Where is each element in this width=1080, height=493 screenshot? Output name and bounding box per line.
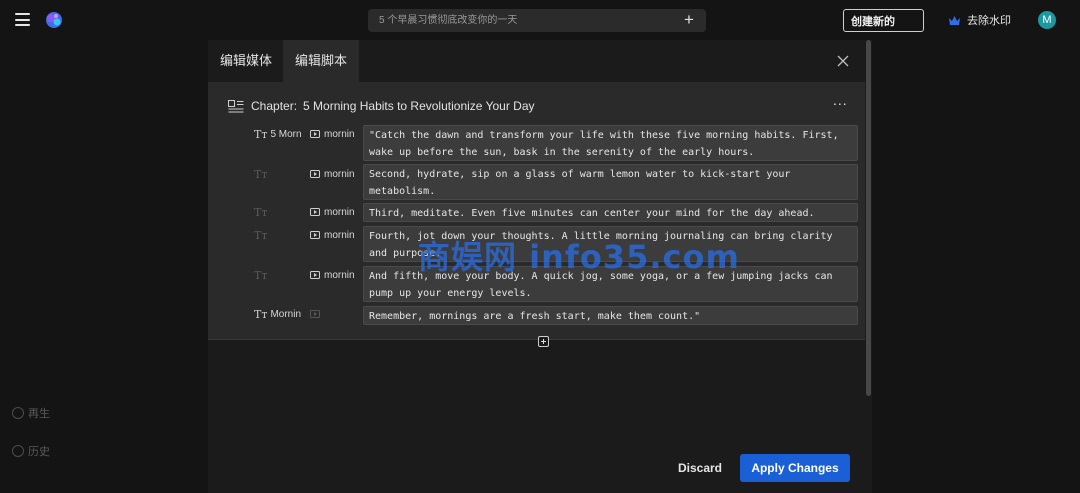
chapter-title[interactable]: 5 Morning Habits to Revolutionize Your D… [303, 99, 534, 113]
chapter-panel: Chapter: 5 Morning Habits to Revolutioni… [208, 82, 865, 340]
text-icon: Tт [254, 268, 268, 282]
text-overlay-button[interactable]: Tт [254, 167, 304, 181]
chapter-header: Chapter: 5 Morning Habits to Revolutioni… [228, 98, 535, 114]
video-icon [310, 208, 320, 216]
apply-changes-button[interactable]: Apply Changes [740, 454, 850, 482]
text-overlay-button[interactable]: Tт [254, 268, 304, 282]
media-button[interactable]: mornin [310, 228, 358, 242]
media-button[interactable]: mornin [310, 268, 358, 282]
chapter-icon [228, 99, 244, 112]
chapter-label: Chapter: [251, 99, 298, 113]
add-section-icon[interactable] [538, 336, 549, 347]
discard-button[interactable]: Discard [672, 456, 728, 480]
script-textarea[interactable]: Fourth, jot down your thoughts. A little… [363, 226, 858, 262]
close-icon[interactable] [836, 54, 850, 68]
scroll-thumb[interactable] [866, 40, 871, 396]
text-icon: Tт [254, 228, 268, 242]
remove-watermark-button[interactable]: 去除水印 [948, 12, 1011, 28]
app-logo-icon[interactable] [44, 10, 64, 30]
regenerate-label: 再生 [28, 408, 50, 420]
history-icon [12, 445, 24, 457]
script-textarea[interactable]: Third, meditate. Even five minutes can c… [363, 203, 858, 222]
media-button[interactable]: mornin [310, 205, 358, 219]
remove-watermark-label: 去除水印 [967, 15, 1011, 27]
script-textarea[interactable]: And fifth, move your body. A quick jog, … [363, 266, 858, 302]
scrollbar[interactable] [865, 40, 872, 493]
more-options-icon[interactable]: ... [833, 93, 847, 109]
regenerate-button[interactable]: 再生 [12, 405, 50, 421]
history-label: 历史 [28, 446, 50, 458]
video-icon [310, 170, 320, 178]
media-button[interactable]: mornin [310, 167, 358, 181]
prompt-input[interactable] [368, 9, 668, 32]
menu-icon[interactable] [15, 13, 30, 26]
refresh-icon [12, 407, 24, 419]
create-new-button[interactable]: 创建新的 [843, 9, 924, 32]
script-textarea[interactable]: Second, hydrate, sip on a glass of warm … [363, 164, 858, 200]
text-overlay-button[interactable]: Tт 5 Morn [254, 127, 304, 141]
script-textarea[interactable]: "Catch the dawn and transform your life … [363, 125, 858, 161]
avatar[interactable]: M [1038, 11, 1056, 29]
text-icon: Tт [254, 205, 268, 219]
text-icon: Tт [254, 127, 268, 141]
video-icon [310, 310, 320, 318]
text-icon: Tт [254, 167, 268, 181]
video-icon [310, 271, 320, 279]
text-overlay-button[interactable]: Tт Mornin [254, 307, 304, 321]
video-icon [310, 130, 320, 138]
media-button[interactable] [310, 307, 358, 321]
script-textarea[interactable]: Remember, mornings are a fresh start, ma… [363, 306, 858, 325]
add-icon[interactable]: + [682, 11, 696, 28]
text-overlay-button[interactable]: Tт [254, 228, 304, 242]
history-button[interactable]: 历史 [12, 443, 50, 459]
tab-edit-media[interactable]: 编辑媒体 [208, 40, 284, 82]
media-button[interactable]: mornin [310, 127, 358, 141]
text-overlay-button[interactable]: Tт [254, 205, 304, 219]
edit-modal: 编辑媒体 编辑脚本 Chapter: 5 Morning Habits to R… [208, 40, 872, 493]
tab-edit-script[interactable]: 编辑脚本 [283, 40, 360, 82]
top-bar: + 创建新的 去除水印 M [0, 0, 1080, 40]
crown-icon [949, 15, 960, 25]
prompt-bar: + [368, 9, 706, 32]
video-icon [310, 231, 320, 239]
text-icon: Tт [254, 307, 268, 321]
